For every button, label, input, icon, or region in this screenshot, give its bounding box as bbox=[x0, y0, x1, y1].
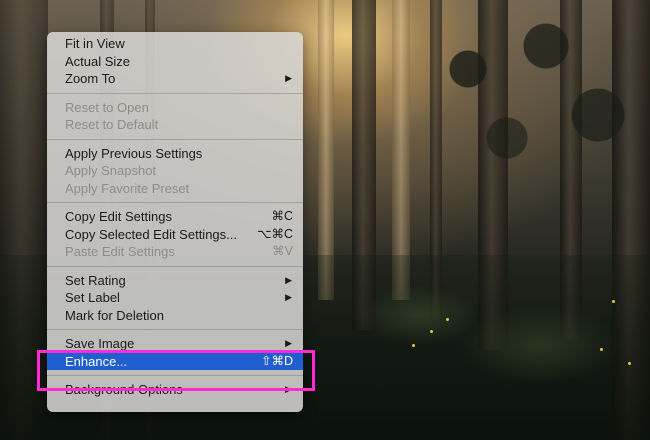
menu-item-label: Copy Selected Edit Settings... bbox=[65, 226, 237, 242]
menu-item-label: Fit in View bbox=[65, 36, 125, 51]
menu-separator bbox=[47, 138, 303, 140]
menu-item-label: Apply Previous Settings bbox=[65, 145, 203, 161]
menu-item-apply-previous-settings[interactable]: Apply Previous Settings bbox=[47, 145, 303, 163]
menu-item-label: Paste Edit Settings bbox=[65, 244, 175, 259]
menu-item-label: Save Image bbox=[65, 336, 135, 351]
menu-item-set-label[interactable]: Set Label ▶ bbox=[47, 289, 303, 307]
menu-item-copy-edit-settings[interactable]: Copy Edit Settings ⌘C bbox=[47, 208, 303, 226]
menu-item-label: Actual Size bbox=[65, 53, 131, 69]
menu-item-label: Set Label bbox=[65, 290, 120, 305]
menu-item-shortcut: ⌘V bbox=[272, 244, 293, 258]
annotation-highlight-box bbox=[37, 350, 315, 391]
menu-item-label: Zoom To bbox=[65, 71, 116, 86]
submenu-arrow-icon: ▶ bbox=[285, 274, 292, 285]
menu-item-copy-selected-edit-settings[interactable]: Copy Selected Edit Settings... ⌥⌘C bbox=[47, 226, 303, 244]
menu-separator bbox=[47, 329, 303, 330]
menu-item-shortcut: ⌘C bbox=[271, 209, 293, 223]
menu-item-label: Mark for Deletion bbox=[65, 307, 164, 323]
menu-item-apply-snapshot: Apply Snapshot bbox=[47, 162, 303, 180]
menu-item-label: Copy Edit Settings bbox=[65, 209, 172, 224]
menu-item-label: Set Rating bbox=[65, 272, 126, 288]
menu-separator bbox=[47, 265, 303, 267]
menu-item-set-rating[interactable]: Set Rating ▶ bbox=[47, 272, 303, 290]
menu-item-actual-size[interactable]: Actual Size bbox=[47, 53, 303, 71]
menu-item-mark-for-deletion[interactable]: Mark for Deletion bbox=[47, 307, 303, 325]
menu-item-label: Apply Favorite Preset bbox=[65, 180, 190, 196]
menu-item-paste-edit-settings: Paste Edit Settings ⌘V bbox=[47, 243, 303, 261]
menu-item-reset-to-default: Reset to Default bbox=[47, 116, 303, 134]
submenu-arrow-icon: ▶ bbox=[285, 292, 292, 302]
menu-item-label: Reset to Open bbox=[65, 99, 149, 115]
menu-item-label: Apply Snapshot bbox=[65, 163, 157, 178]
menu-item-shortcut: ⌥⌘C bbox=[257, 226, 293, 241]
submenu-arrow-icon: ▶ bbox=[285, 73, 292, 83]
menu-separator bbox=[47, 202, 303, 203]
menu-item-apply-favorite-preset: Apply Favorite Preset bbox=[47, 180, 303, 198]
menu-item-label: Reset to Default bbox=[65, 117, 159, 132]
menu-separator bbox=[47, 92, 303, 94]
menu-item-zoom-to[interactable]: Zoom To ▶ bbox=[47, 70, 303, 88]
menu-item-fit-in-view[interactable]: Fit in View bbox=[47, 35, 303, 53]
menu-item-reset-to-open: Reset to Open bbox=[47, 99, 303, 117]
